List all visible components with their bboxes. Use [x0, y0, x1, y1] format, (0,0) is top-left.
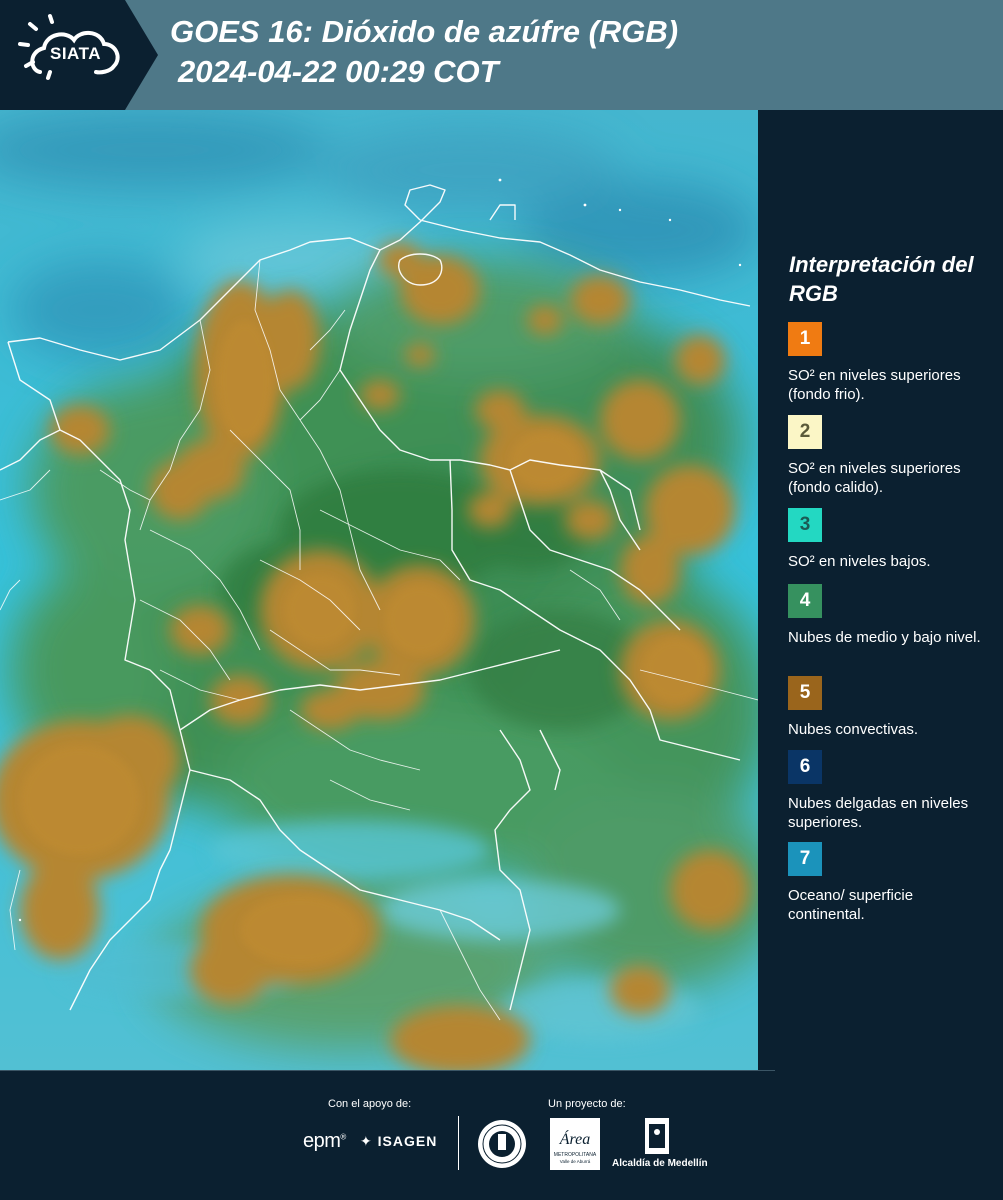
legend-swatch-6: 6	[788, 750, 822, 784]
siata-logo[interactable]: SIATA	[0, 0, 160, 110]
footer-separator	[458, 1116, 459, 1170]
legend-swatch-2: 2	[788, 415, 822, 449]
legend-number: 5	[799, 682, 811, 703]
legend-item-3: 3 SO² en niveles bajos.	[788, 508, 988, 571]
legend-number: 7	[799, 848, 811, 869]
satellite-image	[0, 110, 758, 1070]
legend-description: SO² en niveles superiores (fondo calido)…	[788, 460, 961, 496]
footer-divider	[0, 1070, 775, 1071]
footer: Con el apoyo de: Un proyecto de: epm® ✦ …	[0, 1070, 1003, 1200]
alcaldia-label: Alcaldía de Medellín	[612, 1158, 708, 1169]
legend-swatch-5: 5	[788, 676, 822, 710]
legend-swatch-7: 7	[788, 842, 822, 876]
isagen-logo-text: ISAGEN	[377, 1133, 438, 1149]
legend-item-5: 5 Nubes convectivas.	[788, 676, 988, 739]
legend-swatch-4: 4	[788, 584, 822, 618]
legend-panel: Interpretación del RGB 1 SO² en niveles …	[758, 110, 1003, 1070]
legend-description: Nubes convectivas.	[788, 721, 919, 738]
area-metropolitana-logo[interactable]: Área METROPOLITANA Valle de Aburrá	[550, 1118, 600, 1170]
page-title: GOES 16: Dióxido de azúfre (RGB)	[170, 14, 679, 49]
legend-description: SO² en niveles superiores (fondo frio).	[788, 367, 961, 403]
legend-swatch-3: 3	[788, 508, 822, 542]
isagen-logo[interactable]: ✦ ISAGEN	[360, 1133, 437, 1150]
medellin-seal-logo[interactable]	[476, 1118, 528, 1170]
alcaldia-shield-logo[interactable]	[613, 1118, 703, 1158]
legend-item-2: 2 SO² en niveles superiores (fondo calid…	[788, 415, 988, 497]
legend-number: 2	[799, 421, 811, 442]
svg-text:METROPOLITANA: METROPOLITANA	[554, 1152, 597, 1158]
epm-logo[interactable]: epm®	[303, 1130, 346, 1153]
legend-swatch-1: 1	[788, 322, 822, 356]
satellite-map[interactable]	[0, 110, 758, 1070]
support-label: Con el apoyo de:	[328, 1098, 412, 1110]
svg-text:Área: Área	[559, 1129, 591, 1148]
header-bar: SIATA GOES 16: Dióxido de azúfre (RGB) 2…	[0, 0, 1003, 110]
legend-description: Nubes de medio y bajo nivel.	[788, 629, 981, 646]
epm-logo-text: epm	[303, 1130, 341, 1152]
legend-item-4: 4 Nubes de medio y bajo nivel.	[788, 584, 988, 647]
legend-number: 4	[799, 590, 811, 611]
legend-title: Interpretación del RGB	[789, 252, 974, 306]
legend-description: SO² en niveles bajos.	[788, 553, 931, 570]
project-label: Un proyecto de:	[548, 1098, 626, 1110]
legend-item-6: 6 Nubes delgadas en niveles superiores.	[788, 750, 988, 832]
page-timestamp: 2024-04-22 00:29 COT	[178, 54, 499, 89]
legend-description: Nubes delgadas en niveles superiores.	[788, 795, 969, 831]
siata-logo-text: SIATA	[50, 44, 101, 63]
legend-item-1: 1 SO² en niveles superiores (fondo frio)…	[788, 322, 988, 404]
registered-mark: ®	[340, 1132, 346, 1142]
legend-number: 3	[799, 514, 811, 535]
legend-description: Oceano/ superficie continental.	[788, 887, 914, 923]
legend-number: 1	[799, 328, 811, 349]
svg-text:Valle de Aburrá: Valle de Aburrá	[560, 1159, 591, 1164]
legend-item-7: 7 Oceano/ superficie continental.	[788, 842, 988, 924]
isagen-mark-icon: ✦	[360, 1133, 373, 1149]
legend-number: 6	[799, 756, 811, 777]
